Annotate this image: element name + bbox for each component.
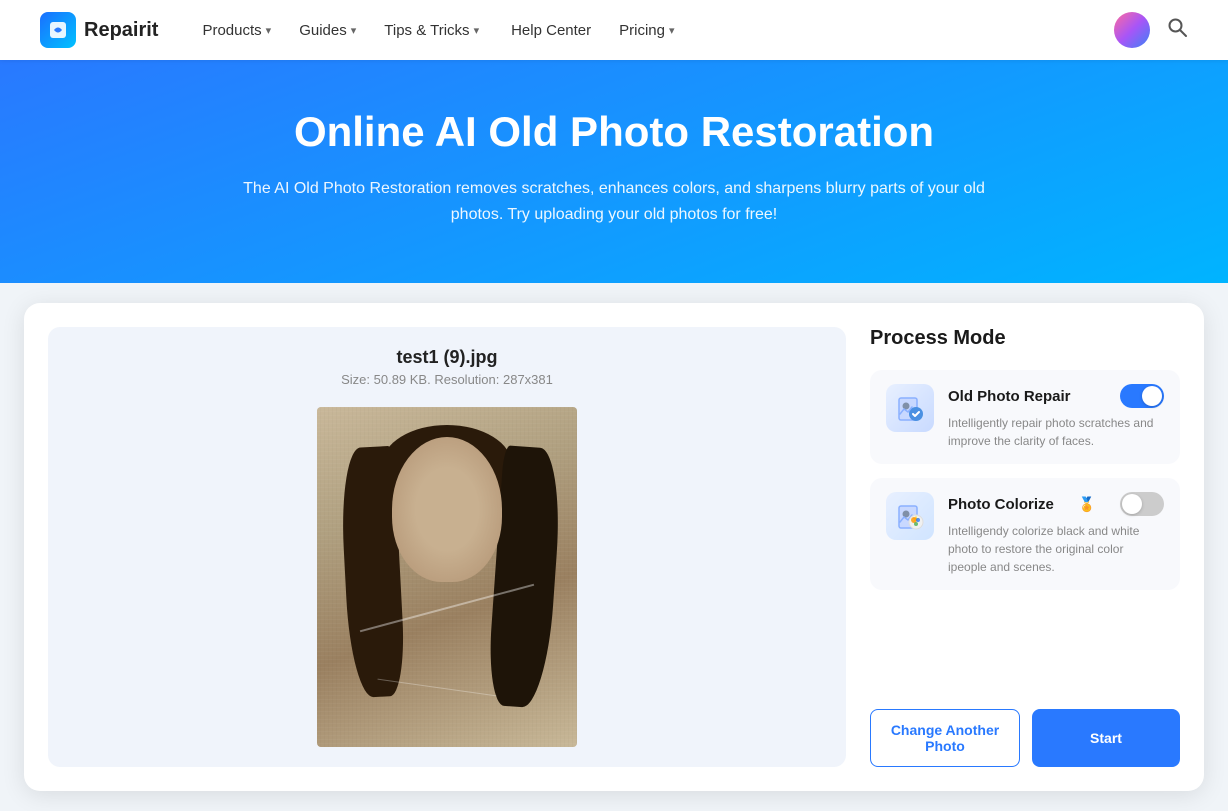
photo-colorize-toggle[interactable]	[1120, 492, 1164, 516]
file-name: test1 (9).jpg	[396, 347, 497, 368]
old-photo-repair-header: Old Photo Repair	[948, 384, 1164, 408]
nav-products[interactable]: Products ▾	[190, 16, 283, 45]
right-panel: Process Mode Old Photo Repair	[870, 327, 1180, 767]
user-avatar[interactable]	[1114, 12, 1150, 48]
hero-title: Online AI Old Photo Restoration	[20, 108, 1208, 156]
hero-section: Online AI Old Photo Restoration The AI O…	[0, 60, 1228, 283]
card-inner: test1 (9).jpg Size: 50.89 KB. Resolution…	[48, 327, 1180, 767]
guides-label: Guides	[299, 22, 347, 39]
nav-right	[1114, 12, 1188, 48]
nav-links: Products ▾ Guides ▾ Tips & Tricks ▾ Help…	[190, 16, 1114, 45]
photo-colorize-content: Photo Colorize 🏅 Intelligendy colorize b…	[948, 492, 1164, 576]
logo-text: Repairit	[84, 19, 158, 42]
photo-colorize-desc: Intelligendy colorize black and white ph…	[948, 522, 1164, 576]
file-meta: Size: 50.89 KB. Resolution: 287x381	[341, 372, 553, 387]
action-buttons: Change Another Photo Start	[870, 689, 1180, 767]
logo[interactable]: Repairit	[40, 12, 158, 48]
face-oval	[392, 437, 502, 582]
tips-chevron-icon: ▾	[474, 24, 480, 37]
main-card: test1 (9).jpg Size: 50.89 KB. Resolution…	[24, 303, 1204, 791]
guides-chevron-icon: ▾	[351, 24, 357, 37]
helpcenter-label: Help Center	[511, 22, 591, 39]
products-label: Products	[202, 22, 261, 39]
premium-badge-icon: 🏅	[1078, 496, 1095, 513]
old-photo-repair-toggle[interactable]	[1120, 384, 1164, 408]
pricing-chevron-icon: ▾	[669, 24, 675, 37]
old-photo-repair-desc: Intelligently repair photo scratches and…	[948, 414, 1164, 450]
photo-colorize-header: Photo Colorize 🏅	[948, 492, 1164, 516]
pricing-label: Pricing	[619, 22, 665, 39]
navbar: Repairit Products ▾ Guides ▾ Tips & Tric…	[0, 0, 1228, 60]
nav-pricing[interactable]: Pricing ▾	[607, 16, 686, 45]
process-mode-title: Process Mode	[870, 327, 1180, 350]
photo-colorize-icon	[886, 492, 934, 540]
toggle-knob-colorize	[1122, 494, 1142, 514]
tips-label: Tips & Tricks	[384, 22, 469, 39]
photo-preview	[317, 407, 577, 747]
logo-icon	[40, 12, 76, 48]
old-photo-repair-name: Old Photo Repair	[948, 388, 1071, 405]
old-photo-repair-item: Old Photo Repair Intelligently repair ph…	[870, 370, 1180, 464]
old-photo-repair-icon	[886, 384, 934, 432]
nav-guides[interactable]: Guides ▾	[287, 16, 368, 45]
products-chevron-icon: ▾	[266, 24, 272, 37]
photo-colorize-name: Photo Colorize	[948, 496, 1054, 513]
change-photo-button[interactable]: Change Another Photo	[870, 709, 1020, 767]
photo-colorize-item: Photo Colorize 🏅 Intelligendy colorize b…	[870, 478, 1180, 590]
search-icon[interactable]	[1166, 16, 1188, 44]
photo-simulation	[317, 407, 577, 747]
left-panel: test1 (9).jpg Size: 50.89 KB. Resolution…	[48, 327, 846, 767]
start-button[interactable]: Start	[1032, 709, 1180, 767]
nav-helpcenter[interactable]: Help Center	[499, 16, 603, 45]
nav-tips[interactable]: Tips & Tricks ▾	[372, 16, 491, 45]
toggle-knob-repair	[1142, 386, 1162, 406]
hero-description: The AI Old Photo Restoration removes scr…	[224, 176, 1004, 227]
old-photo-repair-content: Old Photo Repair Intelligently repair ph…	[948, 384, 1164, 450]
